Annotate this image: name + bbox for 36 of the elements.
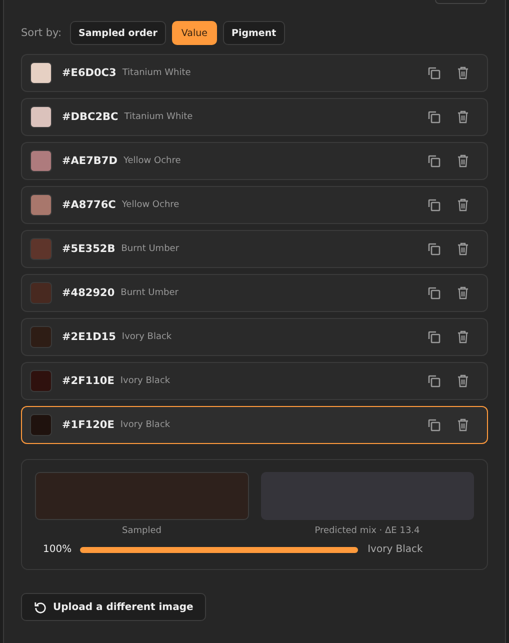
- color-row[interactable]: #AE7B7D Yellow Ochre: [21, 142, 488, 180]
- sort-option[interactable]: Sampled order: [70, 21, 166, 45]
- sort-label: Sort by:: [21, 27, 62, 39]
- pigment-name: Ivory Black: [120, 420, 170, 430]
- color-row[interactable]: #E6D0C3 Titanium White: [21, 54, 488, 92]
- hex-code: #2E1D15: [62, 331, 116, 343]
- color-row[interactable]: #482920 Burnt Umber: [21, 274, 488, 312]
- swatch-caption: Predicted mix · ΔE 13.4: [314, 526, 420, 536]
- pigment-name: Ivory Black: [120, 376, 170, 386]
- hex-code: #2F110E: [62, 375, 114, 387]
- color-row[interactable]: #2F110E Ivory Black: [21, 362, 488, 400]
- swatch-caption: Sampled: [122, 526, 162, 536]
- color-row[interactable]: #2E1D15 Ivory Black: [21, 318, 488, 356]
- pigment-name: Burnt Umber: [121, 244, 180, 254]
- sort-option[interactable]: Pigment: [222, 21, 286, 45]
- color-row[interactable]: #DBC2BC Titanium White: [21, 98, 488, 136]
- hex-code: #482920: [62, 287, 115, 299]
- hex-code: #1F120E: [62, 419, 114, 431]
- pigment-name: Ivory Black: [122, 332, 172, 342]
- color-row[interactable]: #5E352B Burnt Umber: [21, 230, 488, 268]
- hex-code: #E6D0C3: [62, 67, 116, 79]
- hex-code: #DBC2BC: [62, 111, 118, 123]
- pigment-name: Yellow Ochre: [122, 200, 180, 210]
- sort-option[interactable]: Value: [172, 21, 217, 45]
- pigment-name: Yellow Ochre: [123, 156, 181, 166]
- pigment-name: Ivory Black: [368, 544, 423, 555]
- hex-code: #A8776C: [62, 199, 116, 211]
- upload-button[interactable]: Upload a different image: [21, 593, 206, 621]
- pigment-name: Titanium White: [124, 112, 193, 122]
- hex-code: #5E352B: [62, 243, 116, 255]
- hex-code: #AE7B7D: [62, 155, 118, 167]
- color-row[interactable]: #A8776C Yellow Ochre: [21, 186, 488, 224]
- percent-label: 100%: [43, 544, 72, 555]
- pigment-name: Burnt Umber: [120, 288, 178, 298]
- color-row[interactable]: #1F120E Ivory Black: [21, 406, 488, 444]
- pigment-name: Titanium White: [122, 68, 191, 78]
